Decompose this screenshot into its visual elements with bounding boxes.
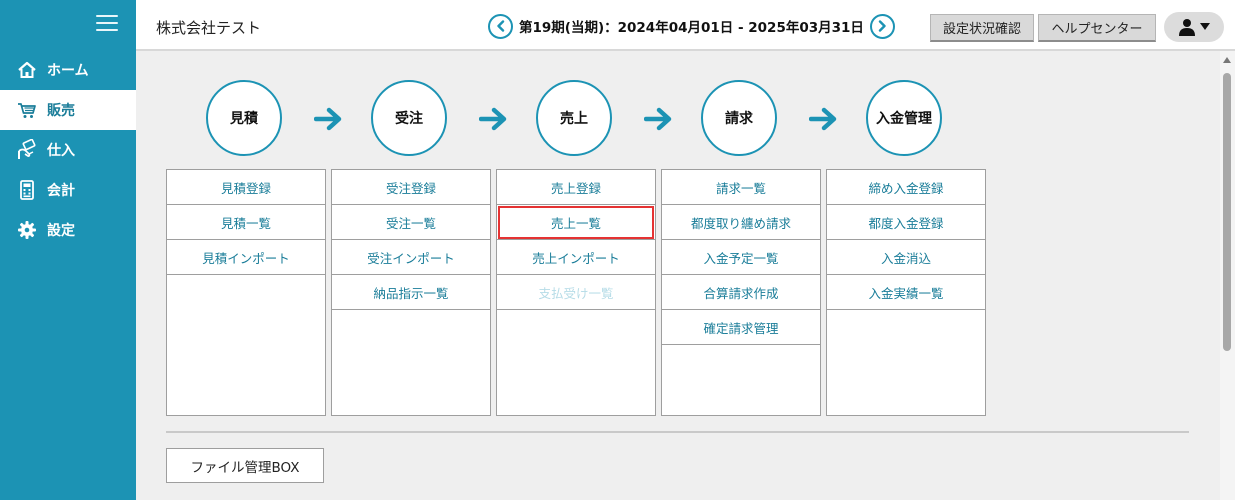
prev-period-button[interactable]: [488, 13, 513, 39]
vertical-scrollbar[interactable]: [1220, 51, 1235, 500]
ad-hoc-payment-register-link[interactable]: 都度入金登録: [827, 205, 985, 240]
estimate-menu: 見積登録 見積一覧 見積インポート: [166, 169, 326, 416]
header: 株式会社テスト 第19期(当期)：2024年04月01日 - 2025年03月3…: [136, 0, 1235, 51]
order-menu: 受注登録 受注一覧 受注インポート 納品指示一覧: [331, 169, 491, 416]
sales-list-link[interactable]: 売上一覧: [497, 205, 655, 240]
flow-step-estimate: 見積: [206, 80, 282, 156]
flow-step-sales: 売上: [536, 80, 612, 156]
flow-step-order: 受注: [371, 80, 447, 156]
user-menu-button[interactable]: [1164, 12, 1224, 42]
payment-history-list-link[interactable]: 入金実績一覧: [827, 275, 985, 310]
sidebar-item-label: 会計: [47, 183, 75, 199]
sidebar-item-accounting[interactable]: 会計: [0, 170, 136, 210]
gear-icon: [16, 219, 38, 241]
payment-menu: 締め入金登録 都度入金登録 入金消込 入金実績一覧: [826, 169, 986, 416]
main-content: 見積 受注 売上 請求 入金管理 見積登録 見積一覧 見積インポート 受注登録 …: [136, 51, 1220, 500]
caret-down-icon: [1200, 23, 1210, 30]
company-name: 株式会社テスト: [156, 19, 262, 37]
invoice-menu: 請求一覧 都度取り纏め請求 入金予定一覧 合算請求作成 確定請求管理: [661, 169, 821, 416]
sidebar-item-label: 設定: [47, 223, 75, 239]
scroll-thumb[interactable]: [1223, 73, 1231, 351]
ad-hoc-consolidated-invoice-link[interactable]: 都度取り纏め請求: [662, 205, 820, 240]
order-register-link[interactable]: 受注登録: [332, 170, 490, 205]
delivery-instruction-list-link[interactable]: 納品指示一覧: [332, 275, 490, 310]
sidebar-item-sales[interactable]: 販売: [0, 90, 136, 130]
sidebar-item-label: 仕入: [47, 143, 75, 159]
flow-step-invoice: 請求: [701, 80, 777, 156]
estimate-import-link[interactable]: 見積インポート: [167, 240, 325, 275]
order-list-link[interactable]: 受注一覧: [332, 205, 490, 240]
closing-payment-register-link[interactable]: 締め入金登録: [827, 170, 985, 205]
chevron-left-icon: [496, 20, 504, 32]
invoice-list-link[interactable]: 請求一覧: [662, 170, 820, 205]
estimate-register-link[interactable]: 見積登録: [167, 170, 325, 205]
flow-step-payment: 入金管理: [866, 80, 942, 156]
file-management-box-button[interactable]: ファイル管理BOX: [166, 448, 324, 483]
sales-menu: 売上登録 売上一覧 売上インポート 支払受け一覧: [496, 169, 656, 416]
hamburger-menu-icon[interactable]: [96, 15, 118, 33]
arrow-right-icon: [479, 107, 507, 131]
sidebar-nav: ホーム 販売 仕入 会計 設定: [0, 50, 136, 250]
divider: [166, 431, 1189, 433]
chevron-right-icon: [879, 20, 887, 32]
combined-invoice-create-link[interactable]: 合算請求作成: [662, 275, 820, 310]
arrow-right-icon: [314, 107, 342, 131]
sidebar-item-label: ホーム: [47, 63, 89, 79]
order-import-link[interactable]: 受注インポート: [332, 240, 490, 275]
sales-import-link[interactable]: 売上インポート: [497, 240, 655, 275]
payment-reconcile-link[interactable]: 入金消込: [827, 240, 985, 275]
sidebar-item-purchase[interactable]: 仕入: [0, 130, 136, 170]
help-center-button[interactable]: ヘルプセンター: [1038, 14, 1156, 42]
arrow-right-icon: [644, 107, 672, 131]
next-period-button[interactable]: [869, 13, 895, 39]
fiscal-period-text: 第19期(当期)：2024年04月01日 - 2025年03月31日: [519, 20, 864, 36]
home-icon: [16, 59, 38, 81]
sales-register-link[interactable]: 売上登録: [497, 170, 655, 205]
expected-payment-list-link[interactable]: 入金予定一覧: [662, 240, 820, 275]
confirmed-invoice-management-link[interactable]: 確定請求管理: [662, 310, 820, 345]
sidebar: ホーム 販売 仕入 会計 設定: [0, 0, 136, 500]
payment-received-list-link: 支払受け一覧: [497, 275, 655, 310]
scroll-up-arrow-icon[interactable]: [1223, 57, 1231, 63]
sidebar-item-label: 販売: [47, 103, 75, 119]
sidebar-item-home[interactable]: ホーム: [0, 50, 136, 90]
cart-icon: [16, 99, 38, 121]
settings-status-button[interactable]: 設定状況確認: [930, 14, 1034, 42]
arrow-right-icon: [809, 107, 837, 131]
user-icon: [1179, 19, 1195, 36]
sidebar-item-settings[interactable]: 設定: [0, 210, 136, 250]
estimate-list-link[interactable]: 見積一覧: [167, 205, 325, 240]
purchase-icon: [16, 139, 38, 161]
calculator-icon: [16, 179, 38, 201]
fiscal-period-selector: 第19期(当期)：2024年04月01日 - 2025年03月31日: [488, 13, 895, 39]
